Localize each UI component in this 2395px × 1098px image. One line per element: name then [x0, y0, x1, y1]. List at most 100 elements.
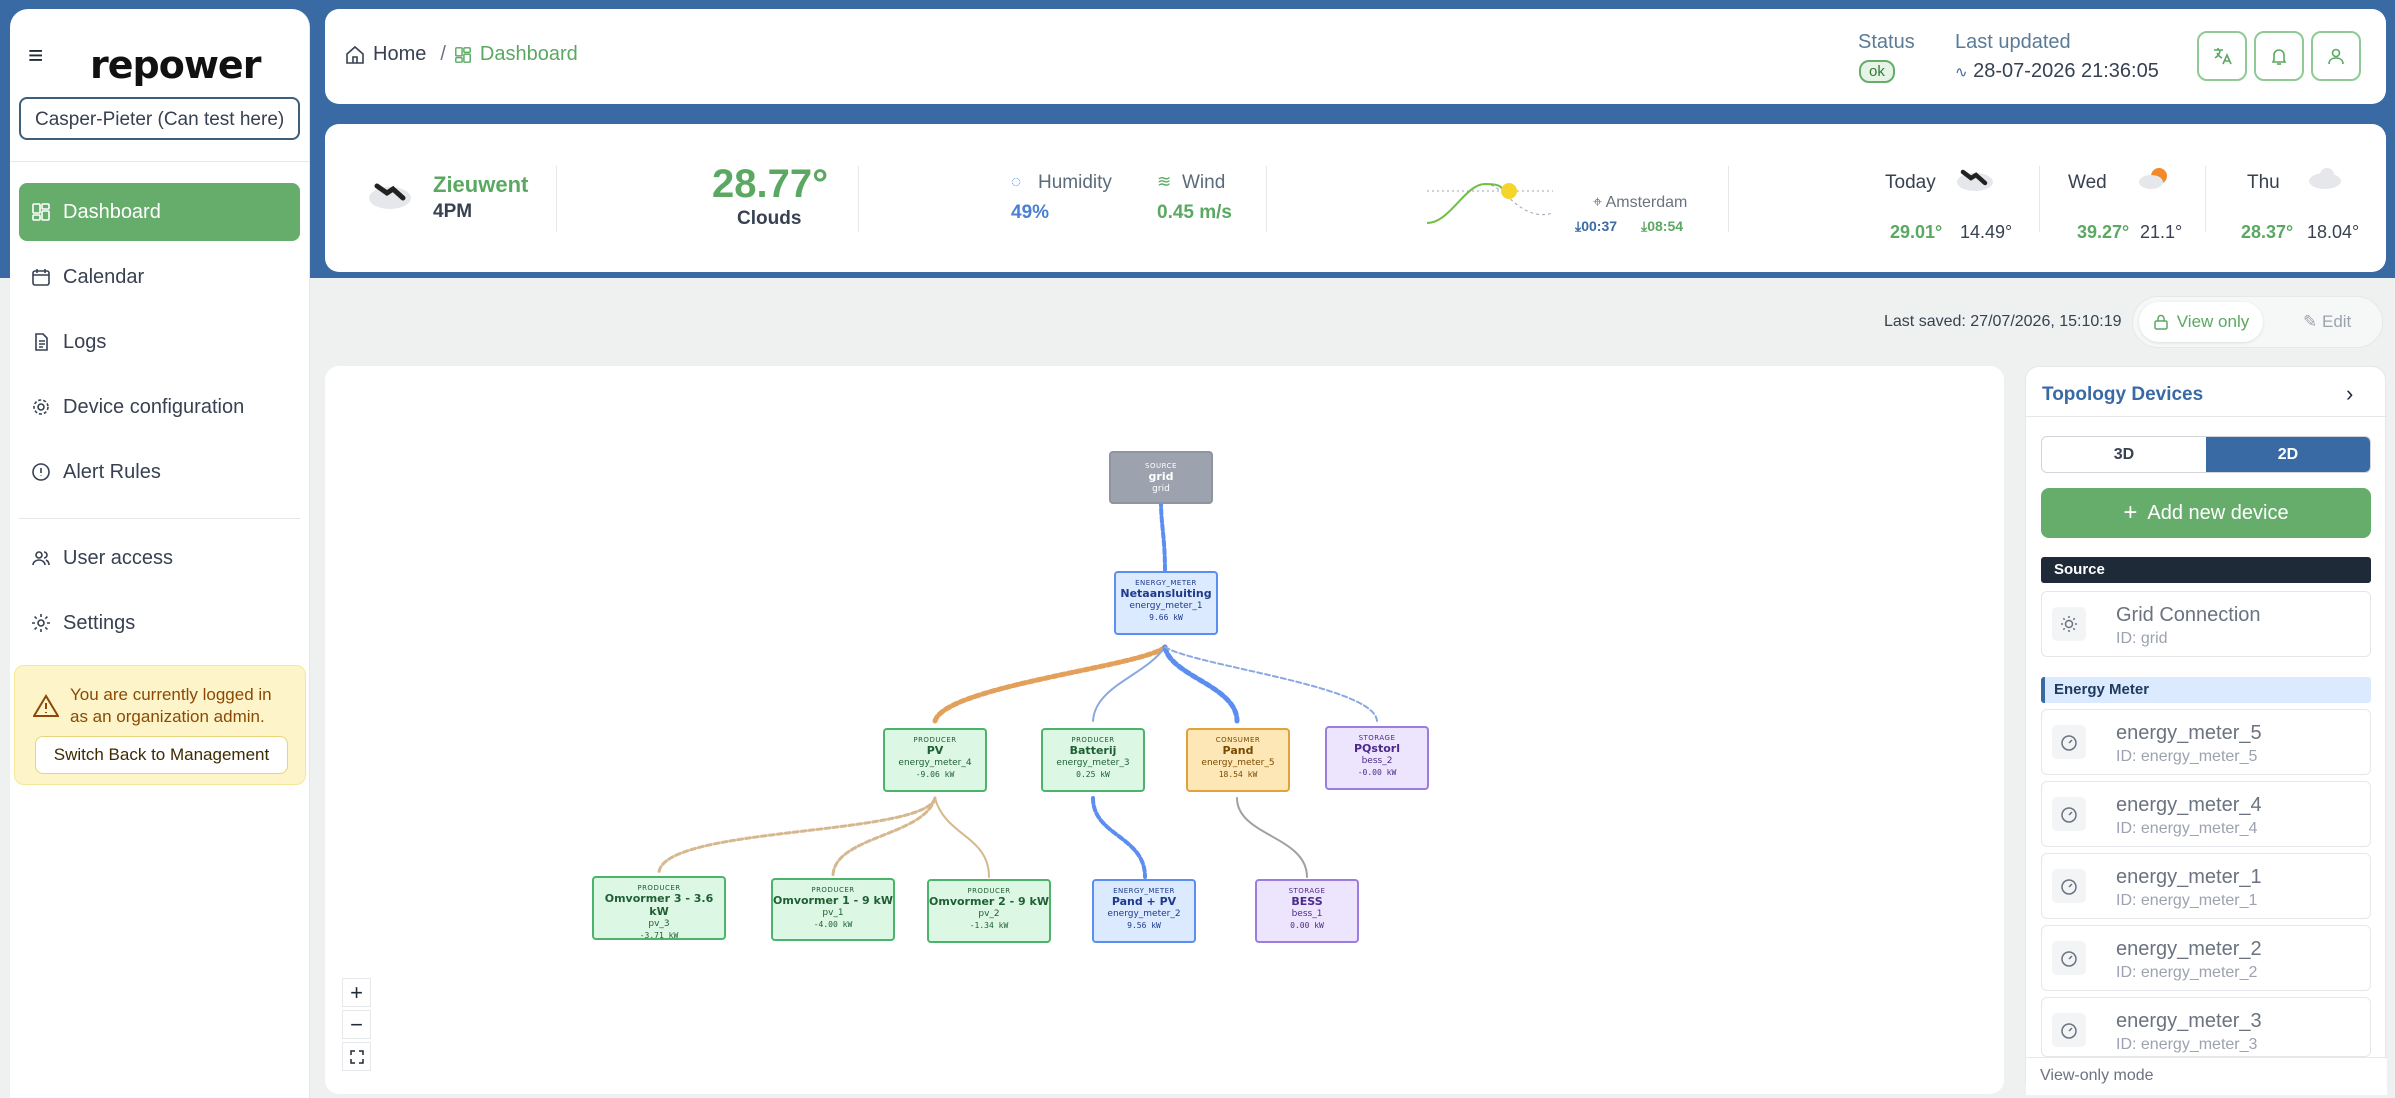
organization-selector[interactable]: Casper-Pieter (Can test here): [19, 97, 300, 140]
zoom-in-button[interactable]: +: [342, 978, 371, 1007]
node-bess[interactable]: STORAGE BESS bess_1 0.00 kW: [1255, 879, 1359, 943]
fit-view-button[interactable]: [342, 1042, 371, 1071]
profile-button[interactable]: [2311, 31, 2361, 81]
sidebar-item-dashboard[interactable]: Dashboard: [19, 183, 300, 241]
gauge-icon: [2052, 941, 2086, 975]
add-device-button[interactable]: + Add new device: [2041, 488, 2371, 538]
forecast-low: 18.04°: [2307, 222, 2360, 242]
toggle-2d[interactable]: 2D: [2206, 437, 2370, 472]
humidity-value: 49%: [1011, 202, 1050, 223]
device-item-energy-meter[interactable]: energy_meter_1 ID: energy_meter_1: [2041, 853, 2371, 919]
forecast-day: Thu: [2247, 172, 2280, 193]
chevron-right-icon[interactable]: ›: [2346, 381, 2353, 407]
edge-netaansluiting-pv: [932, 644, 1168, 724]
warning-icon: [33, 694, 59, 717]
device-item-grid[interactable]: Grid Connection ID: grid: [2041, 591, 2371, 657]
logo: repower: [90, 43, 261, 87]
pencil-icon: ✎: [2303, 312, 2318, 331]
sidebar-item-settings[interactable]: Settings: [19, 594, 300, 652]
weather-city: Zieuwent: [433, 172, 529, 197]
breadcrumb-home[interactable]: Home: [373, 43, 426, 66]
forecast-high: 39.27°: [2077, 222, 2130, 242]
edge-netaansluiting-pand: [1162, 644, 1240, 724]
sun-location: ⌖ Amsterdam: [1593, 194, 1688, 211]
sidebar-divider: [19, 518, 300, 519]
sun-icon: [2052, 607, 2086, 641]
edge-grid-netaansluiting: [1159, 499, 1167, 574]
top-bar: Home / Dashboard Status ok Last updated …: [325, 9, 2386, 104]
node-pand-pv[interactable]: ENERGY_METER Pand + PV energy_meter_2 9.…: [1092, 879, 1196, 943]
lock-icon: [2154, 314, 2168, 330]
sidebar-item-device-configuration[interactable]: Device configuration: [19, 378, 300, 436]
admin-alert-text: You are currently logged in as an organi…: [70, 685, 272, 726]
weather-card: Zieuwent 4PM 28.77° Clouds ◌ Humidity 49…: [325, 124, 2386, 272]
sidebar-item-calendar[interactable]: Calendar: [19, 248, 300, 306]
sidebar-item-alert-rules[interactable]: Alert Rules: [19, 443, 300, 501]
sun-path-graphic: [1426, 182, 1554, 224]
node-pand[interactable]: CONSUMER Pand energy_meter_5 18.54 kW: [1186, 728, 1290, 792]
sidebar-item-label: Calendar: [63, 265, 145, 288]
switch-back-button[interactable]: Switch Back to Management: [35, 736, 288, 774]
node-pv[interactable]: PRODUCER PV energy_meter_4 -9.06 kW: [883, 728, 987, 792]
partly-sunny-icon: [2139, 168, 2167, 189]
home-icon[interactable]: [345, 45, 365, 65]
weather-condition: Clouds: [737, 208, 802, 229]
node-omvormer-2[interactable]: PRODUCER Omvormer 2 - 9 kW pv_2 -1.34 kW: [927, 879, 1051, 943]
edge-pv-omvormer3: [657, 796, 937, 874]
sidebar-item-label: Settings: [63, 611, 136, 634]
device-item-energy-meter[interactable]: energy_meter_3 ID: energy_meter_3: [2041, 997, 2371, 1057]
sidebar-divider: [10, 161, 310, 162]
cloud-icon: [1957, 169, 1993, 191]
sidebar-item-logs[interactable]: Logs: [19, 313, 300, 371]
sidebar-item-label: User access: [63, 546, 174, 569]
divider: [1728, 166, 1729, 232]
settings-icon: [32, 614, 50, 632]
humidity-icon: ◌: [1011, 172, 1022, 191]
panel-title: Topology Devices: [2042, 384, 2204, 405]
node-omvormer-3[interactable]: PRODUCER Omvormer 3 - 3.6 kW pv_3 -3.71 …: [592, 876, 726, 940]
cog-icon: [33, 399, 49, 415]
topology-canvas[interactable]: SOURCE grid grid ENERGY_METER Netaanslui…: [325, 366, 2004, 1094]
edit-button[interactable]: ✎ Edit: [2303, 312, 2351, 332]
user-icon: [2328, 48, 2344, 65]
forecast-day: Today: [1885, 172, 1936, 193]
humidity-label: Humidity: [1038, 172, 1112, 193]
forecast-high: 29.01°: [1890, 222, 1943, 242]
sidebar-item-label: Alert Rules: [63, 460, 161, 483]
node-pqstorl[interactable]: STORAGE PQstorl bess_2 -0.00 kW: [1325, 726, 1429, 790]
sidebar-item-user-access[interactable]: User access: [19, 529, 300, 587]
gauge-icon: [2052, 1013, 2086, 1047]
sidebar-item-label: Dashboard: [63, 200, 161, 223]
bell-icon: [2271, 49, 2287, 65]
last-saved: Last saved: 27/07/2026, 15:10:19: [1884, 313, 2122, 330]
device-item-energy-meter[interactable]: energy_meter_2 ID: energy_meter_2: [2041, 925, 2371, 991]
device-item-energy-meter[interactable]: energy_meter_5 ID: energy_meter_5: [2041, 709, 2371, 775]
admin-alert: You are currently logged in as an organi…: [14, 665, 306, 785]
edge-pand-bess: [1236, 797, 1308, 878]
forecast-high: 28.37°: [2241, 222, 2294, 242]
node-grid[interactable]: SOURCE grid grid: [1109, 451, 1213, 504]
toggle-3d[interactable]: 3D: [2042, 437, 2206, 472]
notifications-button[interactable]: [2254, 31, 2304, 81]
forecast-day: Wed: [2068, 172, 2107, 193]
last-updated-value: ∿ 28-07-2026 21:36:05: [1955, 60, 2159, 82]
weather-time: 4PM: [433, 201, 473, 222]
breadcrumb-current: Dashboard: [479, 43, 578, 65]
node-batterij[interactable]: PRODUCER Batterij energy_meter_3 0.25 kW: [1041, 728, 1145, 792]
breadcrumb: Home / Dashboard: [345, 43, 578, 66]
device-item-energy-meter[interactable]: energy_meter_4 ID: energy_meter_4: [2041, 781, 2371, 847]
view-only-button[interactable]: View only: [2139, 302, 2263, 342]
sidebar-item-label: Device configuration: [63, 395, 245, 418]
menu-icon[interactable]: ≡: [28, 42, 43, 68]
sidebar: ≡ repower Casper-Pieter (Can test here) …: [10, 9, 310, 1098]
edge-netaansluiting-pqstorl: [1164, 646, 1378, 722]
node-omvormer-1[interactable]: PRODUCER Omvormer 1 - 9 kW pv_1 -4.00 kW: [771, 878, 895, 941]
node-netaansluiting[interactable]: ENERGY_METER Netaansluiting energy_meter…: [1114, 571, 1218, 635]
divider: [1266, 166, 1267, 232]
dashboard-icon: [455, 46, 471, 63]
cloud-icon: [369, 183, 411, 209]
sunset-time: ⤓08:54: [1641, 218, 1684, 234]
translate-button[interactable]: [2197, 31, 2247, 81]
forecast-low: 21.1°: [2140, 222, 2183, 242]
zoom-out-button[interactable]: −: [342, 1010, 371, 1039]
